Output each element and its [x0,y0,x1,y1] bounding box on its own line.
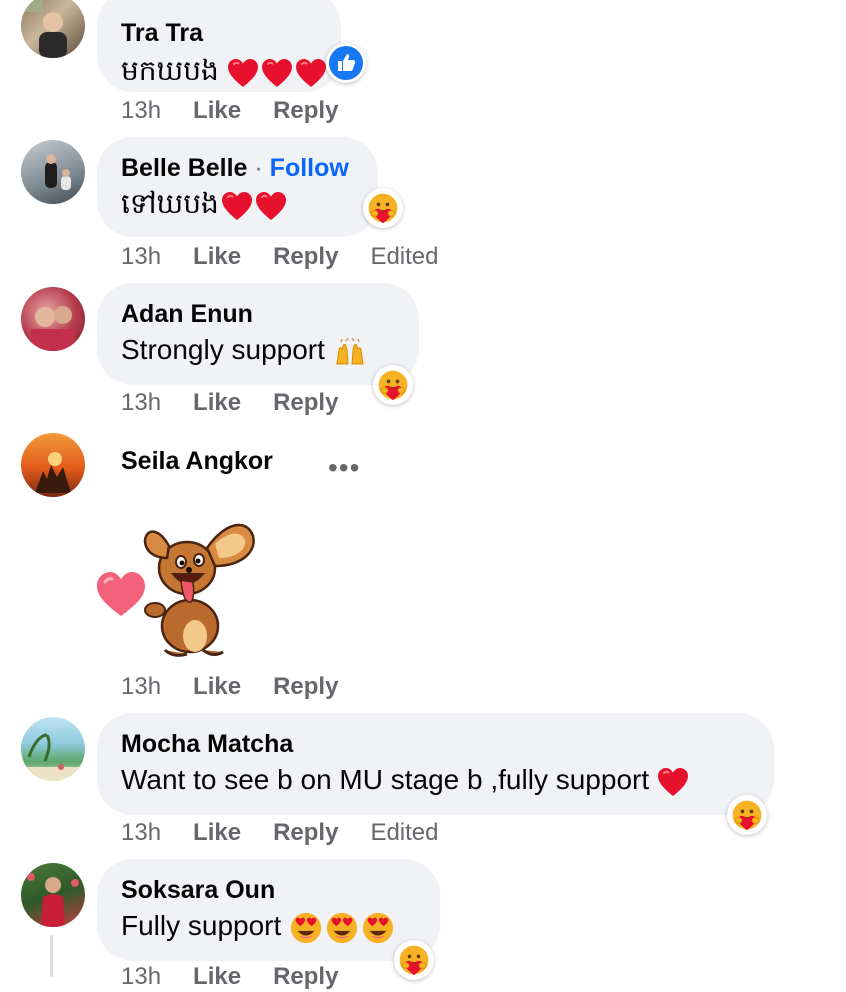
raising-hands-icon [336,337,364,365]
comment-actions: 13h Like Reply [121,96,370,126]
care-hug-icon[interactable] [363,188,403,228]
red-heart-icon [227,58,259,88]
reply-thread-line [50,935,53,977]
reply-button[interactable]: Reply [273,673,338,700]
separator-dot: · [247,154,270,182]
comment-bubble: Adan Enun Strongly support [97,283,419,385]
avatar[interactable] [21,140,85,204]
heart-eyes-icon [289,911,323,945]
care-hug-icon[interactable] [373,365,413,405]
reply-button[interactable]: Reply [273,97,338,124]
red-heart-icon [255,191,287,221]
author-name[interactable]: Adan Enun [121,299,395,329]
edited-label: Edited [370,819,439,846]
author-name[interactable]: Belle Belle · Follow [121,153,354,183]
timestamp[interactable]: 13h [121,819,161,846]
reply-button[interactable]: Reply [273,243,338,270]
timestamp[interactable]: 13h [121,243,161,270]
like-button[interactable]: Like [193,243,241,270]
avatar[interactable] [21,863,85,927]
comment-actions: 13h Like Reply [121,388,370,418]
reply-button[interactable]: Reply [273,389,338,416]
care-hug-icon[interactable] [727,795,767,835]
edited-label: Edited [370,243,439,270]
author-name[interactable]: Seila Angkor [121,446,273,476]
comment-bubble: Tra Tra មកឃបង [97,0,341,92]
like-button[interactable]: Like [193,97,241,124]
care-hug-icon[interactable] [394,940,434,980]
red-heart-icon [261,58,293,88]
red-heart-icon [221,191,253,221]
comment-text: ទៅឃបង [121,185,354,223]
red-heart-icon [295,58,327,88]
author-name[interactable]: Tra Tra [121,18,317,48]
avatar[interactable] [21,433,85,497]
follow-button[interactable]: Follow [270,154,349,182]
comment-actions: 13h Like Reply [121,962,370,992]
red-heart-icon [657,767,689,797]
like-button[interactable]: Like [193,819,241,846]
author-name[interactable]: Mocha Matcha [121,729,750,759]
author-name[interactable]: Soksara Oun [121,875,416,905]
more-options-icon[interactable]: ••• [328,452,360,484]
comment-actions: 13h Like Reply [121,672,370,702]
heart-eyes-icon [325,911,359,945]
comment-bubble: Mocha Matcha Want to see b on MU stage b… [97,713,774,815]
comment-actions: 13h Like Reply Edited [121,818,471,848]
comment-bubble: Soksara Oun Fully support [97,859,440,961]
reply-button[interactable]: Reply [273,819,338,846]
comment-text: មកឃបង [121,52,317,90]
comment-text: Want to see b on MU stage b ,fully suppo… [121,761,750,799]
thumbs-up-icon[interactable] [326,43,366,83]
timestamp[interactable]: 13h [121,97,161,124]
timestamp[interactable]: 13h [121,389,161,416]
avatar[interactable] [21,717,85,781]
comment-bubble: Belle Belle · Follow ទៅឃបង [97,137,378,237]
dog-heart-sticker[interactable] [95,518,260,660]
comment-text: Fully support [121,907,416,945]
avatar[interactable] [21,0,85,58]
heart-eyes-icon [361,911,395,945]
avatar[interactable] [21,287,85,351]
comment-text: Strongly support [121,331,395,369]
timestamp[interactable]: 13h [121,673,161,700]
like-button[interactable]: Like [193,389,241,416]
like-button[interactable]: Like [193,673,241,700]
comment-actions: 13h Like Reply Edited [121,242,471,272]
